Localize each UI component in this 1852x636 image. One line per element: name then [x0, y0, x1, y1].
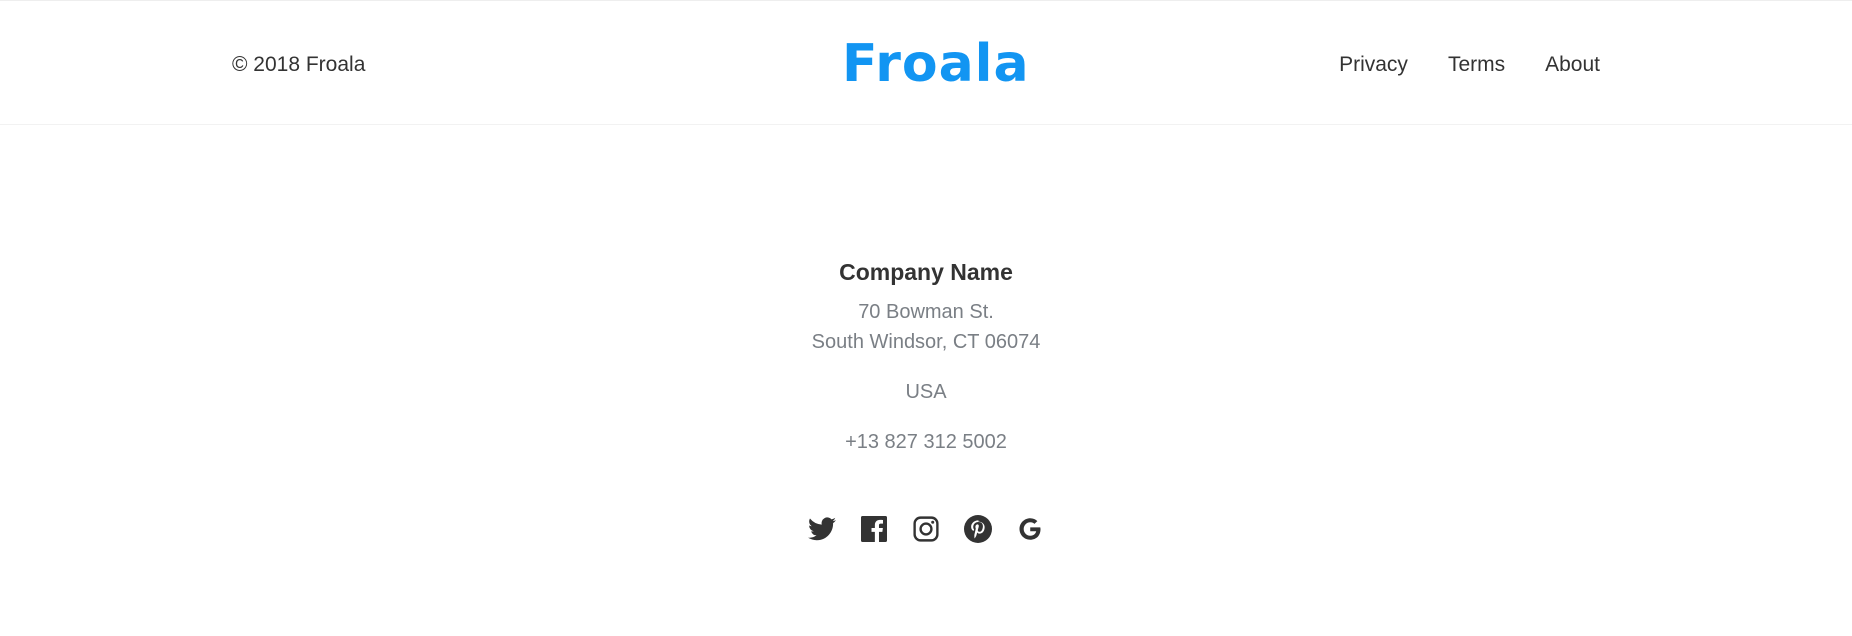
twitter-icon[interactable] — [807, 514, 837, 544]
company-name: Company Name — [839, 259, 1013, 285]
address-line-1: 70 Bowman St. — [858, 301, 994, 323]
logo-text: Froala — [842, 34, 1030, 94]
address-line-2: South Windsor, CT 06074 — [811, 331, 1041, 353]
google-icon[interactable] — [1015, 514, 1045, 544]
social-links — [0, 514, 1852, 544]
nav-link-about[interactable]: About — [1545, 51, 1600, 79]
footer-header-bar: © 2018 Froala Froala Privacy Terms About — [0, 0, 1852, 125]
phone-number: +13 827 312 5002 — [845, 431, 1007, 453]
contact-info: Company Name 70 Bowman St. South Windsor… — [0, 256, 1852, 457]
page: © 2018 Froala Froala Privacy Terms About… — [0, 0, 1852, 636]
facebook-icon[interactable] — [859, 514, 889, 544]
footer-nav: Privacy Terms About — [1339, 51, 1600, 79]
instagram-icon[interactable] — [911, 514, 941, 544]
nav-link-terms[interactable]: Terms — [1448, 51, 1505, 79]
nav-link-privacy[interactable]: Privacy — [1339, 51, 1408, 79]
country: USA — [905, 381, 947, 403]
pinterest-icon[interactable] — [963, 514, 993, 544]
copyright-text: © 2018 Froala — [232, 53, 366, 76]
froala-logo[interactable]: Froala — [842, 35, 1030, 93]
